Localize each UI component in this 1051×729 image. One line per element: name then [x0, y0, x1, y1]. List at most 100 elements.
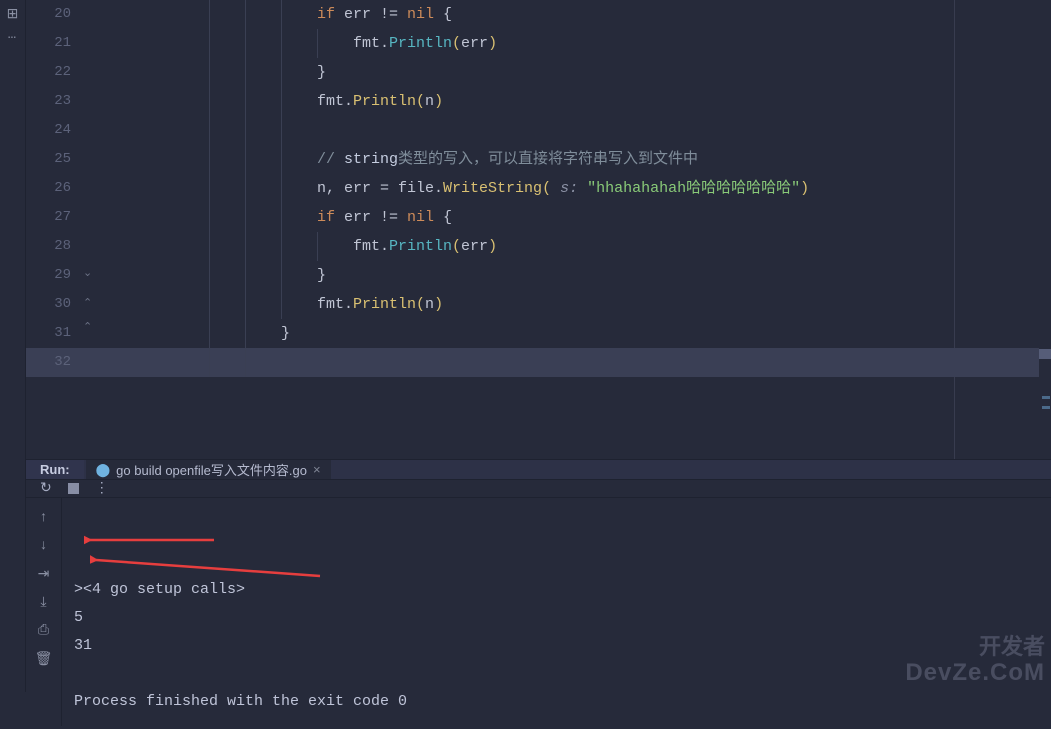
indent-guide: [245, 174, 246, 203]
run-config-tab[interactable]: ⬤ go build openfile写入文件内容.go ×: [86, 460, 331, 479]
indent-guide: [209, 261, 210, 290]
indent-guide: [209, 348, 210, 377]
code-content: fmt.Println(err): [353, 232, 497, 261]
code-line[interactable]: 23fmt.Println(n): [93, 87, 1051, 116]
fold-column: ⌄ ⌃ ⌃: [81, 0, 93, 459]
indent-guide: [281, 29, 282, 58]
line-number: 23: [26, 87, 81, 116]
indent-guide: [245, 29, 246, 58]
indent-guide: [281, 116, 282, 145]
code-line[interactable]: 29}: [93, 261, 1051, 290]
run-config-name: go build openfile写入文件内容.go: [116, 460, 307, 479]
indent-guide: [209, 0, 210, 29]
code-content: }: [281, 319, 290, 348]
console-line: ><4 go setup calls>: [74, 576, 1039, 604]
code-line[interactable]: 20if err != nil {: [93, 0, 1051, 29]
indent-guide: [245, 145, 246, 174]
indent-guide: [281, 290, 282, 319]
code-content: fmt.Println(err): [353, 29, 497, 58]
scrollbar[interactable]: [1039, 0, 1051, 459]
indent-guide: [245, 203, 246, 232]
more-actions-icon[interactable]: ⋮: [95, 480, 109, 497]
indent-guide: [245, 319, 246, 348]
console-line: 31: [74, 632, 1039, 660]
code-line[interactable]: 26n, err = file.WriteString( s: "hhahaha…: [93, 174, 1051, 203]
code-line[interactable]: 24: [93, 116, 1051, 145]
run-tab[interactable]: Run:: [26, 460, 84, 479]
scrollbar-marker: [1042, 396, 1050, 399]
code-area[interactable]: 20if err != nil {21fmt.Println(err)22}23…: [93, 0, 1051, 459]
print-icon[interactable]: ⎙: [38, 623, 49, 639]
watermark-text: 开发者: [905, 635, 1045, 659]
indent-guide: [281, 232, 282, 261]
console-line: Process finished with the exit code 0: [74, 688, 1039, 716]
down-icon[interactable]: ↓: [39, 538, 47, 554]
code-line[interactable]: 32: [93, 348, 1051, 377]
fold-mark-icon[interactable]: ⌃: [83, 296, 92, 310]
indent-guide: [245, 58, 246, 87]
run-tabs: Run: ⬤ go build openfile写入文件内容.go ×: [26, 460, 1051, 480]
indent-guide: [209, 58, 210, 87]
line-number: 29: [26, 261, 81, 290]
main-layout: ⊞ … ⌄ ⌃ ⌃ 20if err != nil {21fmt.Println…: [0, 0, 1051, 459]
line-number: 24: [26, 116, 81, 145]
code-content: n, err = file.WriteString( s: "hhahahaha…: [317, 174, 809, 203]
line-number: 28: [26, 232, 81, 261]
code-content: }: [317, 58, 326, 87]
code-content: if err != nil {: [317, 0, 452, 29]
up-icon[interactable]: ↑: [39, 510, 47, 526]
indent-guide: [209, 203, 210, 232]
watermark-text: DevZe.CoM: [905, 660, 1045, 686]
soft-wrap-icon[interactable]: ⇥: [38, 566, 50, 583]
structure-icon[interactable]: ⊞: [7, 6, 19, 23]
fold-mark-icon[interactable]: ⌃: [83, 320, 92, 334]
indent-guide: [209, 290, 210, 319]
code-content: fmt.Println(n): [317, 290, 443, 319]
rerun-icon[interactable]: ↻: [40, 480, 52, 497]
code-content: }: [317, 261, 326, 290]
indent-guide: [209, 87, 210, 116]
code-content: fmt.Println(n): [317, 87, 443, 116]
code-line[interactable]: 30fmt.Println(n): [93, 290, 1051, 319]
line-number: 27: [26, 203, 81, 232]
go-icon: ⬤: [96, 462, 111, 478]
run-toolbar: ↻ ⋮: [26, 480, 1051, 498]
code-line[interactable]: 21fmt.Println(err): [93, 29, 1051, 58]
scrollbar-marker: [1042, 406, 1050, 409]
code-line[interactable]: 27if err != nil {: [93, 203, 1051, 232]
more-icon[interactable]: …: [8, 27, 17, 43]
scroll-to-end-icon[interactable]: ⤓: [40, 595, 46, 611]
stop-button[interactable]: [68, 483, 79, 494]
indent-guide: [281, 0, 282, 29]
console-line: [74, 660, 1039, 688]
console-line: 5: [74, 604, 1039, 632]
indent-guide: [245, 261, 246, 290]
indent-guide: [245, 232, 246, 261]
line-number: 20: [26, 0, 81, 29]
indent-guide: [281, 145, 282, 174]
indent-guide: [281, 203, 282, 232]
line-number: 32: [26, 348, 81, 377]
line-number: 26: [26, 174, 81, 203]
delete-icon[interactable]: 🗑: [35, 651, 53, 668]
indent-guide: [209, 174, 210, 203]
code-line[interactable]: 31}: [93, 319, 1051, 348]
line-number: 21: [26, 29, 81, 58]
left-rail-lower: [0, 459, 26, 692]
indent-guide: [245, 348, 246, 377]
indent-guide: [209, 29, 210, 58]
scrollbar-thumb[interactable]: [1039, 349, 1051, 359]
indent-guide: [317, 29, 318, 58]
code-line[interactable]: 22}: [93, 58, 1051, 87]
indent-guide: [281, 58, 282, 87]
indent-guide: [317, 232, 318, 261]
fold-mark-icon[interactable]: ⌄: [83, 266, 92, 280]
close-icon[interactable]: ×: [313, 462, 321, 477]
indent-guide: [281, 87, 282, 116]
line-number: 22: [26, 58, 81, 87]
code-content: // string类型的写入，可以直接将字符串写入到文件中: [317, 145, 698, 174]
code-line[interactable]: 25// string类型的写入，可以直接将字符串写入到文件中: [93, 145, 1051, 174]
code-editor[interactable]: ⌄ ⌃ ⌃ 20if err != nil {21fmt.Println(err…: [26, 0, 1051, 459]
line-number: 31: [26, 319, 81, 348]
code-line[interactable]: 28fmt.Println(err): [93, 232, 1051, 261]
